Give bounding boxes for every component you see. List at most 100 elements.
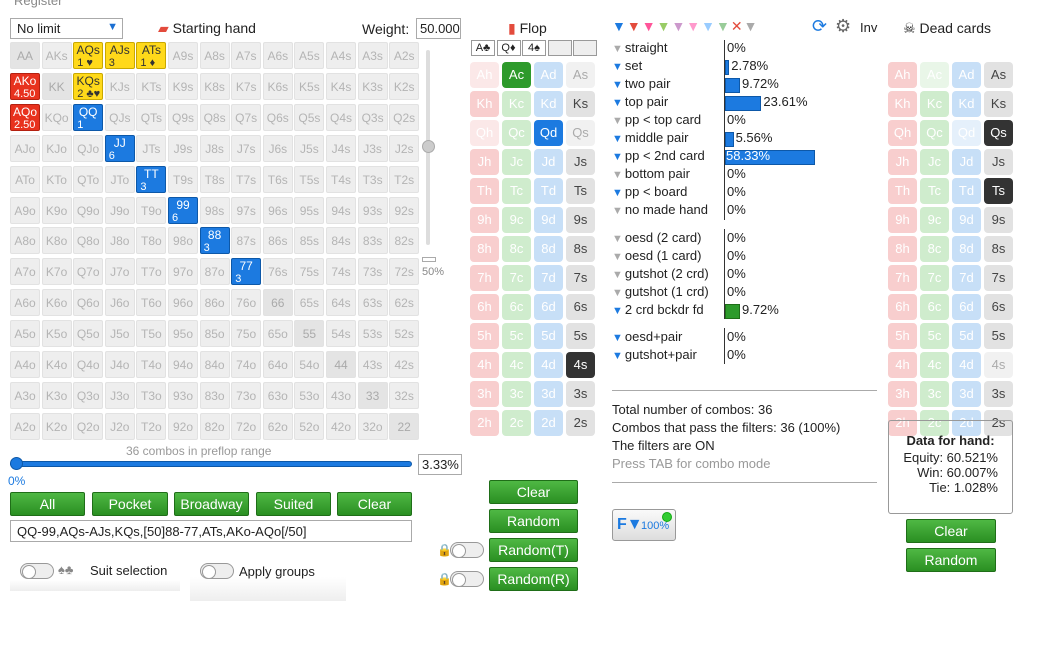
filter-icon[interactable]: ▼	[612, 61, 623, 73]
hand-cell-96o[interactable]: 96o	[168, 289, 198, 317]
dead-card-8d[interactable]: 8d	[952, 236, 981, 262]
stat-row[interactable]: ▼ middle pair	[612, 130, 688, 145]
hand-cell-Q6o[interactable]: Q6o	[73, 289, 104, 317]
hand-cell-A4o[interactable]: A4o	[10, 351, 40, 378]
stat-row[interactable]: ▼ bottom pair	[612, 166, 690, 181]
flop-card-9c[interactable]: 9c	[502, 207, 531, 233]
hand-cell-K8o[interactable]: K8o	[41, 227, 72, 255]
hand-cell-TT[interactable]: TT 3	[136, 165, 167, 193]
clear-range-button[interactable]: Clear	[337, 492, 412, 516]
flop-card-9s[interactable]: 9s	[566, 207, 595, 233]
all-button[interactable]: All	[10, 492, 85, 516]
hand-cell-53o[interactable]: 53o	[294, 381, 325, 409]
hand-cell-AA[interactable]: AA	[10, 42, 40, 69]
hand-cell-Q7s[interactable]: Q7s	[231, 103, 262, 131]
flop-card-3c[interactable]: 3c	[502, 381, 531, 407]
filter-icon[interactable]: ▼	[612, 332, 623, 344]
hand-cell-A9o[interactable]: A9o	[10, 196, 40, 224]
hand-cell-K4s[interactable]: K4s	[326, 72, 356, 100]
hand-cell-Q2o[interactable]: Q2o	[73, 412, 104, 440]
dead-card-6s[interactable]: 6s	[984, 294, 1013, 320]
hand-cell-KJo[interactable]: KJo	[41, 134, 72, 162]
hand-cell-T8o[interactable]: T8o	[136, 227, 167, 255]
percent-slider-knob[interactable]	[10, 457, 23, 470]
hand-cell-62o[interactable]: 62o	[262, 412, 293, 440]
dead-card-3d[interactable]: 3d	[952, 381, 981, 407]
hand-cell-A2o[interactable]: A2o	[10, 412, 40, 440]
hand-cell-Q8s[interactable]: Q8s	[199, 103, 230, 131]
dead-card-4h[interactable]: 4h	[888, 352, 917, 378]
hand-cell-T5s[interactable]: T5s	[294, 165, 325, 193]
hand-cell-33[interactable]: 33	[357, 381, 388, 409]
dead-card-Th[interactable]: Th	[888, 178, 917, 204]
flop-slot-5[interactable]	[573, 40, 597, 56]
stat-row[interactable]: ▼ set	[612, 58, 642, 73]
suit-selection-toggle[interactable]	[20, 563, 54, 579]
hand-cell-ATo[interactable]: ATo	[10, 165, 40, 193]
flop-card-Ad[interactable]: Ad	[534, 62, 563, 88]
hand-cell-99[interactable]: 99 6	[168, 196, 198, 224]
hand-cell-Q7o[interactable]: Q7o	[73, 258, 104, 286]
flop-card-9h[interactable]: 9h	[470, 207, 499, 233]
hand-cell-K2s[interactable]: K2s	[389, 72, 420, 100]
filter-icon[interactable]: ▼	[612, 133, 623, 145]
hand-cell-94s[interactable]: 94s	[326, 196, 356, 224]
hand-cell-43s[interactable]: 43s	[357, 351, 388, 378]
hand-cell-KJs[interactable]: KJs	[104, 72, 135, 100]
flop-card-Td[interactable]: Td	[534, 178, 563, 204]
hand-cell-64s[interactable]: 64s	[326, 289, 356, 317]
hand-cell-88[interactable]: 88 3	[199, 227, 230, 255]
hand-cell-65o[interactable]: 65o	[262, 320, 293, 348]
limit-select[interactable]: No limit ▼	[10, 18, 123, 39]
flop-random-t-button[interactable]: Random(T)	[489, 538, 578, 562]
hand-cell-82o[interactable]: 82o	[199, 412, 230, 440]
hand-cell-52s[interactable]: 52s	[389, 320, 420, 348]
stat-row[interactable]: ▼ straight	[612, 40, 668, 55]
hand-cell-92o[interactable]: 92o	[168, 412, 198, 440]
flop-card-Qc[interactable]: Qc	[502, 120, 531, 146]
refresh-icon[interactable]: ⟳	[812, 16, 827, 37]
flop-card-8h[interactable]: 8h	[470, 236, 499, 262]
hand-cell-KQo[interactable]: KQo	[41, 103, 72, 131]
hand-cell-QTs[interactable]: QTs	[136, 103, 167, 131]
broadway-button[interactable]: Broadway	[174, 492, 249, 516]
hand-cell-QJs[interactable]: QJs	[104, 103, 135, 131]
hand-cell-Q9s[interactable]: Q9s	[168, 103, 198, 131]
hand-cell-AJo[interactable]: AJo	[10, 134, 40, 162]
stat-row[interactable]: ▼ pp < 2nd card	[612, 148, 705, 163]
hand-cell-K7o[interactable]: K7o	[41, 258, 72, 286]
flop-card-2d[interactable]: 2d	[534, 410, 563, 436]
flop-card-7h[interactable]: 7h	[470, 265, 499, 291]
stat-row[interactable]: ▼ oesd (1 card)	[612, 248, 701, 263]
hand-cell-KK[interactable]: KK	[41, 72, 72, 100]
hand-cell-A5s[interactable]: A5s	[294, 42, 325, 69]
hand-cell-A9s[interactable]: A9s	[168, 42, 198, 69]
flop-card-Kc[interactable]: Kc	[502, 91, 531, 117]
hand-cell-Q2s[interactable]: Q2s	[389, 103, 420, 131]
hand-cell-KTo[interactable]: KTo	[41, 165, 72, 193]
flop-slot-4[interactable]	[547, 40, 572, 56]
dead-card-Jd[interactable]: Jd	[952, 149, 981, 175]
hand-cell-J5o[interactable]: J5o	[104, 320, 135, 348]
flop-card-5h[interactable]: 5h	[470, 323, 499, 349]
filter-icon[interactable]: ▼	[612, 187, 623, 199]
hand-cell-Q4o[interactable]: Q4o	[73, 351, 104, 378]
hand-cell-Q8o[interactable]: Q8o	[73, 227, 104, 255]
hand-cell-J2o[interactable]: J2o	[104, 412, 135, 440]
filter-icon[interactable]: ▼	[671, 18, 686, 34]
hand-cell-T2o[interactable]: T2o	[136, 412, 167, 440]
dead-card-As[interactable]: As	[984, 62, 1013, 88]
close-icon[interactable]: ✕	[731, 18, 744, 34]
filter-icon[interactable]: ▼	[612, 350, 623, 362]
hand-cell-K2o[interactable]: K2o	[41, 412, 72, 440]
hand-cell-66[interactable]: 66	[262, 289, 293, 317]
flop-card-Jc[interactable]: Jc	[502, 149, 531, 175]
hand-cell-42o[interactable]: 42o	[326, 412, 356, 440]
hand-cell-64o[interactable]: 64o	[262, 351, 293, 378]
random-t-lock-toggle[interactable]	[450, 542, 484, 558]
filter-icon[interactable]: ▼	[612, 18, 627, 34]
dead-card-Ad[interactable]: Ad	[952, 62, 981, 88]
flop-card-3h[interactable]: 3h	[470, 381, 499, 407]
hand-cell-72o[interactable]: 72o	[231, 412, 262, 440]
hand-cell-K4o[interactable]: K4o	[41, 351, 72, 378]
